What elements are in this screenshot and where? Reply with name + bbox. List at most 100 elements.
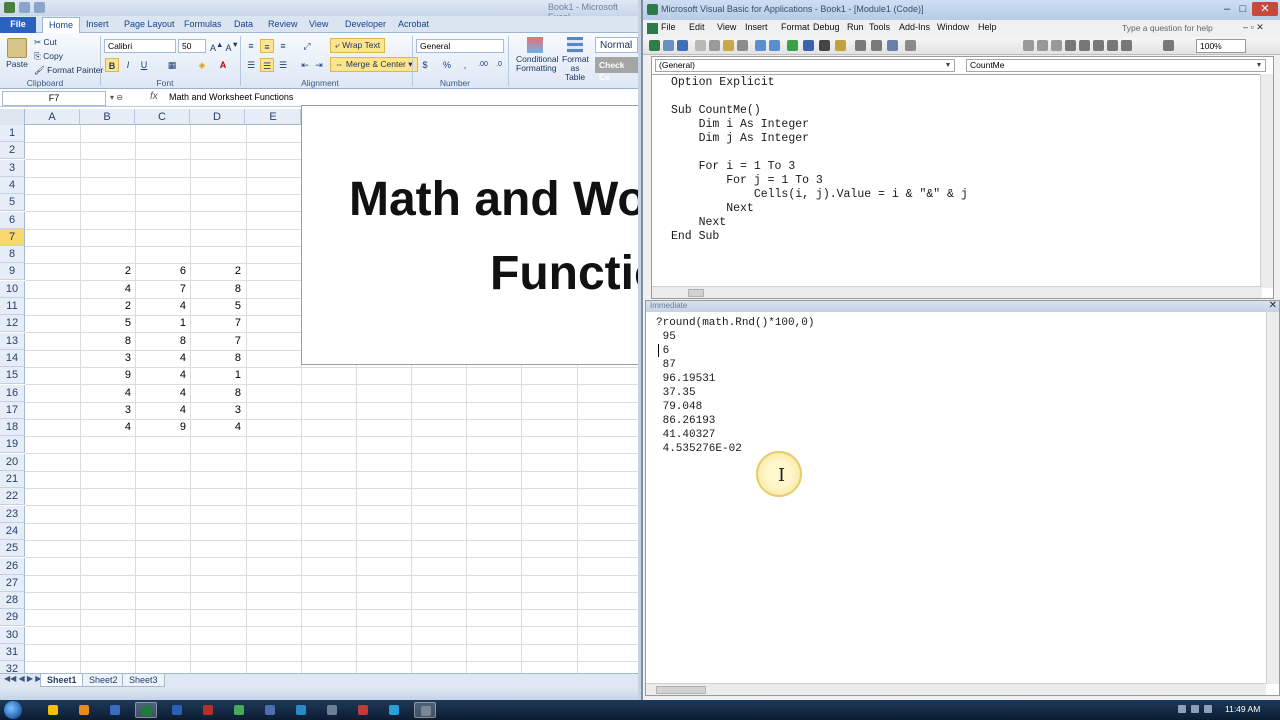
align-right-icon[interactable]: ☰	[276, 58, 290, 72]
cell-value[interactable]: 5	[190, 298, 245, 315]
cell-value[interactable]: 2	[80, 263, 135, 280]
taskbar-clock[interactable]: 11:49 AM	[1225, 704, 1260, 714]
row-header-4[interactable]: 4	[0, 177, 25, 194]
ribbon-tab-formulas[interactable]: Formulas	[178, 17, 228, 33]
start-button[interactable]	[4, 701, 22, 719]
cell-value[interactable]: 5	[80, 315, 135, 332]
italic-button[interactable]: I	[121, 58, 135, 72]
cell-value[interactable]: 2	[190, 263, 245, 280]
align-middle-icon[interactable]: ≡	[260, 39, 274, 53]
project-explorer-icon[interactable]	[855, 40, 866, 51]
align-left-icon[interactable]: ☰	[244, 58, 258, 72]
code-horizontal-scrollbar[interactable]	[652, 286, 1262, 298]
row-header-6[interactable]: 6	[0, 212, 25, 229]
row-header-32[interactable]: 32	[0, 661, 25, 673]
row-header-8[interactable]: 8	[0, 246, 25, 263]
row-header-26[interactable]: 26	[0, 558, 25, 575]
namebox-dropdown-icon[interactable]: ▾ ⊖	[110, 93, 123, 102]
paste-button[interactable]: Paste	[2, 36, 32, 71]
row-header-22[interactable]: 22	[0, 488, 25, 505]
currency-button[interactable]: $	[418, 58, 432, 72]
cell-value[interactable]: 7	[190, 315, 245, 332]
menu-insert[interactable]: Insert	[745, 22, 768, 32]
menu-run[interactable]: Run	[847, 22, 864, 32]
cell-value[interactable]: 1	[135, 315, 190, 332]
format-painter-button[interactable]: 🖌 Format Painter	[34, 65, 103, 76]
undo-icon[interactable]	[34, 2, 45, 13]
row-header-31[interactable]: 31	[0, 644, 25, 661]
cell-value[interactable]: 8	[190, 385, 245, 402]
cell-value[interactable]: 4	[80, 385, 135, 402]
close-button[interactable]: ✕	[1252, 2, 1278, 16]
copy-icon[interactable]	[709, 40, 720, 51]
find-icon[interactable]	[737, 40, 748, 51]
align-top-icon[interactable]: ≡	[244, 39, 258, 53]
insert-module-icon[interactable]	[663, 40, 674, 51]
row-header-16[interactable]: 16	[0, 385, 25, 402]
cell-value[interactable]: 7	[135, 281, 190, 298]
comment-block-icon[interactable]	[1121, 40, 1132, 51]
taskbar-skype-button[interactable]	[383, 702, 405, 718]
outdent-icon[interactable]	[1037, 40, 1048, 51]
cell-value[interactable]: 4	[135, 385, 190, 402]
complete-word-icon[interactable]	[1093, 40, 1104, 51]
row-header-17[interactable]: 17	[0, 402, 25, 419]
column-header-b[interactable]: B	[80, 109, 135, 125]
taskbar-acrobat-button[interactable]	[197, 702, 219, 718]
procedure-combobox[interactable]: CountMe ▼	[966, 59, 1266, 72]
menu-debug[interactable]: Debug	[813, 22, 840, 32]
cell-value[interactable]: 4	[80, 281, 135, 298]
borders-icon[interactable]: ▦	[165, 58, 179, 72]
increase-indent-icon[interactable]: ⇥	[312, 58, 326, 72]
row-header-18[interactable]: 18	[0, 419, 25, 436]
row-header-1[interactable]: 1	[0, 125, 25, 142]
undo-icon[interactable]	[755, 40, 766, 51]
row-header-19[interactable]: 19	[0, 436, 25, 453]
ribbon-tab-acrobat[interactable]: Acrobat	[392, 17, 435, 33]
row-header-3[interactable]: 3	[0, 160, 25, 177]
run-icon[interactable]	[787, 40, 798, 51]
style-check-cell[interactable]: Check Ce	[595, 57, 638, 82]
column-header-a[interactable]: A	[25, 109, 80, 125]
row-header-2[interactable]: 2	[0, 142, 25, 159]
menu-help[interactable]: Help	[978, 22, 997, 32]
redo-icon[interactable]	[769, 40, 780, 51]
number-format-box[interactable]: General	[416, 39, 504, 53]
font-name-box[interactable]: Calibri	[104, 39, 176, 53]
toggle-breakpoint-icon[interactable]	[1107, 40, 1118, 51]
taskbar-app-button[interactable]	[321, 702, 343, 718]
ribbon-tab-insert[interactable]: Insert	[80, 17, 115, 33]
list-members-icon[interactable]	[1051, 40, 1062, 51]
quick-info-icon[interactable]	[1065, 40, 1076, 51]
row-header-21[interactable]: 21	[0, 471, 25, 488]
taskbar-explorer-button[interactable]	[42, 702, 64, 718]
immediate-output[interactable]: ?round(math.Rnd()*100,0) 95 6 87 96.1953…	[656, 316, 814, 456]
quick-access-toolbar[interactable]	[4, 2, 45, 13]
cell-value[interactable]: 6	[135, 263, 190, 280]
orientation-icon[interactable]: ⤢	[300, 39, 314, 53]
sheet-tab-sheet2[interactable]: Sheet2	[82, 674, 125, 687]
increase-decimal-icon[interactable]: .00	[476, 58, 490, 72]
ribbon-tab-data[interactable]: Data	[228, 17, 259, 33]
cell-value[interactable]: 8	[135, 333, 190, 350]
parameter-info-icon[interactable]	[1079, 40, 1090, 51]
taskbar-app-button[interactable]	[228, 702, 250, 718]
mdi-window-controls-icon[interactable]: – ▫ ✕	[1243, 22, 1264, 33]
cell-value[interactable]: 8	[190, 350, 245, 367]
taskbar-folder-button[interactable]	[104, 702, 126, 718]
row-header-20[interactable]: 20	[0, 454, 25, 471]
align-bottom-icon[interactable]: ≡	[276, 39, 290, 53]
indent-icon[interactable]	[1023, 40, 1034, 51]
taskbar-excel-button[interactable]	[135, 702, 157, 718]
row-header-25[interactable]: 25	[0, 540, 25, 557]
properties-icon[interactable]	[871, 40, 882, 51]
format-as-table-button[interactable]: Format as Table	[558, 35, 592, 84]
cell-value[interactable]: 9	[135, 419, 190, 436]
cell-value[interactable]: 4	[190, 419, 245, 436]
paste-icon[interactable]	[723, 40, 734, 51]
cell-value[interactable]: 4	[80, 419, 135, 436]
conditional-formatting-button[interactable]: Conditional Formatting	[512, 35, 559, 75]
cell-value[interactable]: 3	[80, 402, 135, 419]
taskbar-app-button[interactable]	[259, 702, 281, 718]
cut-icon[interactable]	[695, 40, 706, 51]
